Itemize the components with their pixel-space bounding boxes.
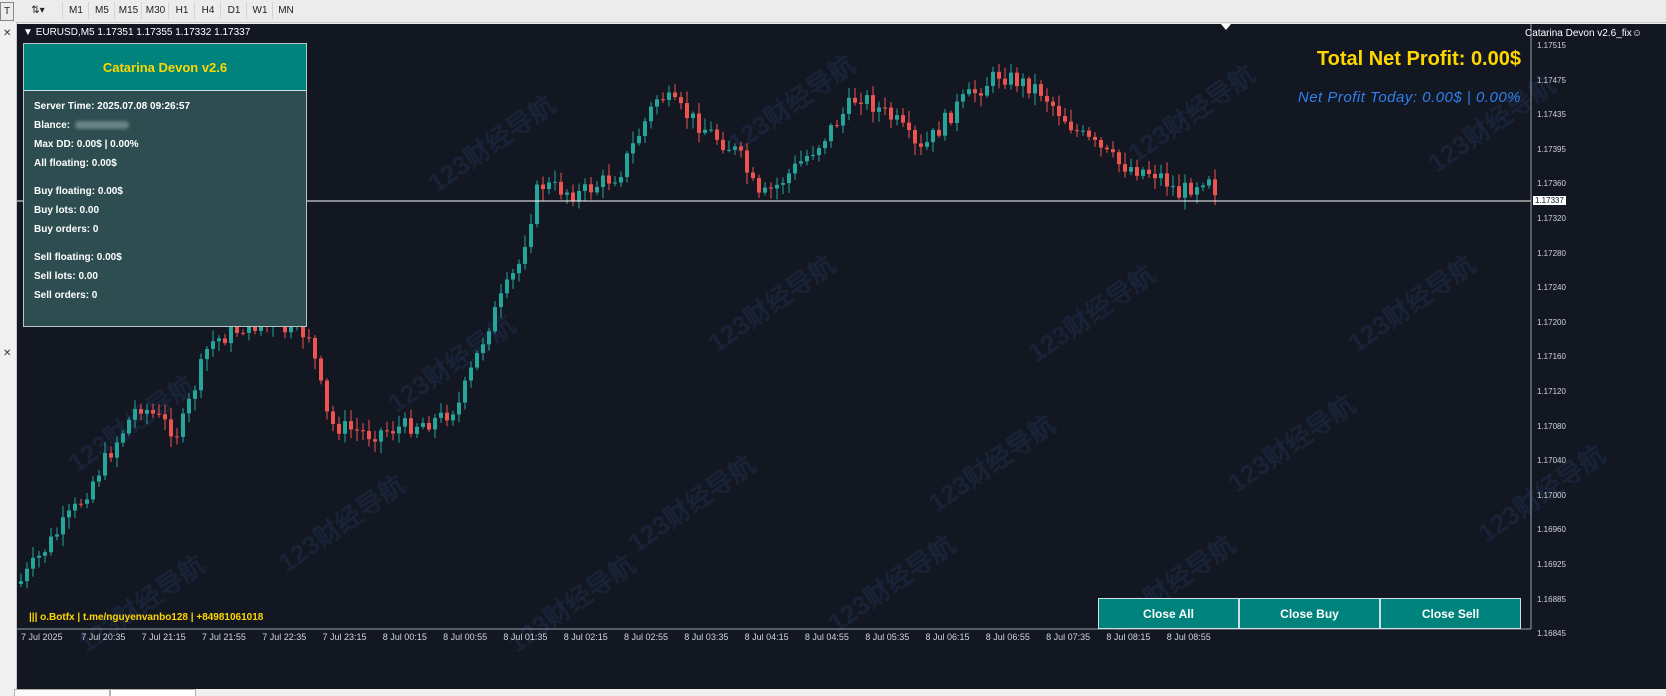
ea-name-label: Catarina Devon v2.6_fix☺ xyxy=(1525,28,1642,39)
time-tick-label: 8 Jul 08:15 xyxy=(1106,632,1151,642)
smiley-icon: ☺ xyxy=(1631,28,1642,39)
cursor-tools-dropdown-icon[interactable]: ⇅▾ xyxy=(22,2,54,19)
timeframe-h1-button[interactable]: H1 xyxy=(168,2,195,19)
left-side-bar: ✕ ✕ xyxy=(0,22,17,696)
price-tick-label: 1.16960 xyxy=(1537,525,1566,535)
chart-menu-icon[interactable]: ▼ xyxy=(23,27,33,38)
price-tick-label: 1.17240 xyxy=(1537,283,1566,293)
time-tick-label: 8 Jul 07:35 xyxy=(1046,632,1091,642)
time-tick-label: 7 Jul 23:15 xyxy=(322,632,367,642)
price-tick-label: 1.17435 xyxy=(1537,110,1566,120)
timeframe-d1-button[interactable]: D1 xyxy=(220,2,247,19)
time-tick-label: 7 Jul 2025 xyxy=(21,632,63,642)
time-tick-label: 8 Jul 03:35 xyxy=(684,632,729,642)
price-tick-label: 1.17200 xyxy=(1537,317,1566,327)
price-chart[interactable]: 123财经导航 123财经导航 123财经导航 123财经导航 123财经导航 123财经… xyxy=(17,24,1666,689)
close-all-button[interactable]: Close All xyxy=(1098,598,1239,629)
net-profit-today: Net Profit Today: 0.00$ | 0.00% xyxy=(1297,89,1521,106)
time-tick-label: 7 Jul 21:55 xyxy=(201,632,246,642)
time-tick-label: 8 Jul 02:55 xyxy=(624,632,669,642)
symbol-quote: ▼ EURUSD,M5 1.17351 1.17355 1.17332 1.17… xyxy=(23,27,250,38)
price-tick-label: 1.17515 xyxy=(1537,41,1566,50)
price-tick-label: 1.17320 xyxy=(1537,214,1566,223)
time-tick-label: 8 Jul 06:15 xyxy=(925,632,970,642)
price-tick-label: 1.17160 xyxy=(1537,352,1566,362)
time-tick-label: 8 Jul 06:55 xyxy=(985,632,1030,642)
sell-orders: Sell orders: 0 xyxy=(34,290,98,301)
price-tick-label: 1.17280 xyxy=(1537,248,1566,258)
balance-label: Blance: xyxy=(34,120,73,131)
timeframe-mn-button[interactable]: MN xyxy=(272,2,299,19)
price-tick-label: 1.17040 xyxy=(1537,456,1566,466)
time-tick-label: 8 Jul 00:55 xyxy=(443,632,488,642)
ea-info-panel: Catarina Devon v2.6 Server Time: 2025.07… xyxy=(23,43,307,327)
price-tick-label: 1.17120 xyxy=(1537,387,1566,396)
bottom-tab-strip xyxy=(0,689,1666,696)
price-tick-label: 1.16845 xyxy=(1537,629,1566,639)
price-tick-label: 1.17000 xyxy=(1537,490,1566,500)
max-dd: Max DD: 0.00$ | 0.00% xyxy=(34,139,139,150)
symbol-quote-text: EURUSD,M5 1.17351 1.17355 1.17332 1.1733… xyxy=(35,27,251,38)
panel-title: Catarina Devon v2.6 xyxy=(24,44,306,91)
price-tick-label: 1.16925 xyxy=(1537,560,1566,569)
chart-shift-marker xyxy=(1221,24,1231,30)
sell-lots: Sell lots: 0.00 xyxy=(34,271,98,282)
price-tick-label: 1.16885 xyxy=(1537,594,1566,604)
close-chart-icon[interactable]: ✕ xyxy=(3,348,11,359)
time-tick-label: 7 Jul 20:35 xyxy=(81,632,126,642)
time-tick-label: 8 Jul 04:55 xyxy=(804,632,849,642)
time-tick-label: 8 Jul 00:15 xyxy=(382,632,427,642)
total-net-profit: Total Net Profit: 0.00$ xyxy=(1316,48,1521,70)
time-tick-label: 7 Jul 22:35 xyxy=(262,632,307,642)
timeframe-m30-button[interactable]: M30 xyxy=(141,2,169,19)
time-tick-label: 7 Jul 21:15 xyxy=(141,632,186,642)
timeframe-w1-button[interactable]: W1 xyxy=(246,2,273,19)
all-floating: All floating: 0.00$ xyxy=(34,158,117,169)
close-buy-button[interactable]: Close Buy xyxy=(1239,598,1380,629)
time-tick-label: 8 Jul 02:15 xyxy=(563,632,608,642)
price-tick-label: 1.17080 xyxy=(1537,421,1566,431)
footer-contact: ||| o.Botfx | t.me/nguyenvanbo128 | +849… xyxy=(29,612,264,623)
text-tool-icon[interactable]: T xyxy=(0,2,14,21)
price-tick-label: 1.17360 xyxy=(1537,179,1566,189)
timeframe-m1-button[interactable]: M1 xyxy=(62,2,89,19)
price-tick-label: 1.17475 xyxy=(1537,75,1566,85)
price-tick-label: 1.17395 xyxy=(1537,144,1566,154)
close-chart-icon[interactable]: ✕ xyxy=(3,28,11,39)
timeframe-m15-button[interactable]: M15 xyxy=(114,2,142,19)
sell-floating: Sell floating: 0.00$ xyxy=(34,252,122,263)
timeframe-m5-button[interactable]: M5 xyxy=(88,2,115,19)
buy-orders: Buy orders: 0 xyxy=(34,224,99,235)
timeframe-h4-button[interactable]: H4 xyxy=(194,2,221,19)
time-tick-label: 8 Jul 01:35 xyxy=(503,632,548,642)
balance-hidden-value xyxy=(74,121,129,130)
chart-tab[interactable] xyxy=(110,689,196,696)
time-tick-label: 8 Jul 05:35 xyxy=(865,632,910,642)
chart-tab[interactable] xyxy=(14,689,110,696)
balance-row: Blance: xyxy=(34,120,129,131)
time-tick-label: 8 Jul 04:15 xyxy=(744,632,789,642)
ea-name-text: Catarina Devon v2.6_fix xyxy=(1525,28,1632,39)
timeframe-toolbar: T ⇅▾ M1 M5 M15 M30 H1 H4 D1 W1 MN xyxy=(0,0,1666,23)
buy-lots: Buy lots: 0.00 xyxy=(34,205,100,216)
close-sell-button[interactable]: Close Sell xyxy=(1380,598,1521,629)
buy-floating: Buy floating: 0.00$ xyxy=(34,186,123,197)
current-price-tag: 1.17337 xyxy=(1533,196,1566,205)
server-time: Server Time: 2025.07.08 09:26:57 xyxy=(34,101,191,112)
time-tick-label: 8 Jul 08:55 xyxy=(1166,632,1211,642)
